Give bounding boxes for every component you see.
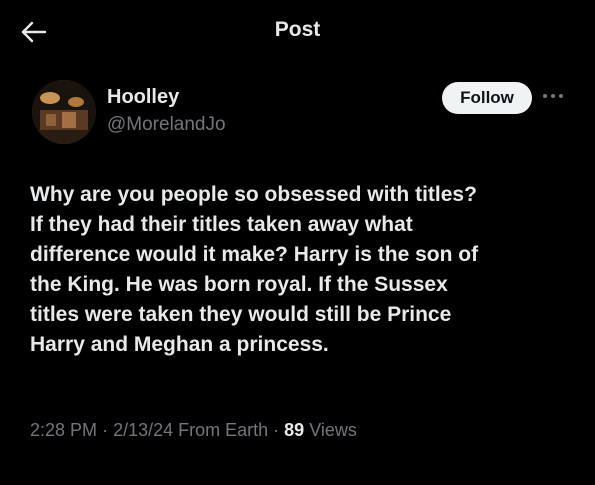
meta-separator: · — [273, 420, 285, 440]
author-name[interactable]: Hoolley — [107, 86, 179, 109]
post-line: titles were taken they would still be Pr… — [30, 303, 452, 326]
avatar-image — [32, 80, 96, 144]
post-body: Why are you people so obsessed with titl… — [30, 180, 578, 360]
top-bar: Post — [0, 0, 595, 62]
post-line: the King. He was born royal. If the Suss… — [30, 273, 448, 296]
meta-separator: · — [102, 420, 114, 440]
page-title: Post — [274, 18, 321, 41]
follow-button[interactable]: Follow — [442, 82, 532, 114]
post-line: Why are you people so obsessed with titl… — [30, 183, 477, 206]
views-label: Views — [309, 420, 357, 440]
post-line: If they had their titles taken away what — [30, 213, 413, 236]
author-handle[interactable]: @MorelandJo — [107, 114, 226, 136]
post-date-location[interactable]: 2/13/24 From Earth — [113, 420, 268, 440]
views-count[interactable]: 89 — [284, 420, 304, 440]
more-button[interactable] — [541, 86, 565, 106]
post-line: difference would it make? Harry is the s… — [30, 243, 479, 266]
post-line: Harry and Meghan a princess. — [30, 333, 329, 356]
post-meta: 2:28 PM · 2/13/24 From Earth · 89 Views — [30, 420, 357, 441]
avatar[interactable] — [32, 80, 96, 144]
more-horizontal-icon — [543, 94, 563, 98]
post-time[interactable]: 2:28 PM — [30, 420, 97, 440]
